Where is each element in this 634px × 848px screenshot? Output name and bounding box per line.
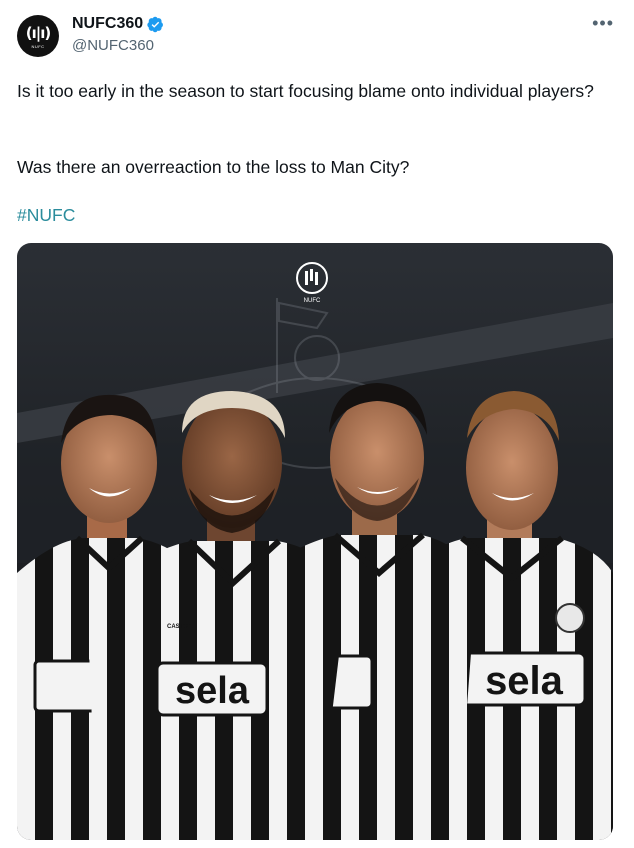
tweet-media-image[interactable]: NUFC sela sela CASTORE [17,243,613,840]
handle[interactable]: @NUFC360 [72,37,154,54]
verified-badge-icon [147,16,164,32]
more-horizontal-icon[interactable]: ••• [592,13,614,34]
hashtag-link[interactable]: #NUFC [17,205,75,226]
tweet-text-paragraph-2: Was there an overreaction to the loss to… [17,157,410,177]
avatar-logo-icon: (ı|ı) [25,24,52,42]
display-name[interactable]: NUFC360 [72,15,143,33]
avatar-logo-text: NUFC [31,44,45,49]
media-brand-text: NUFC [304,298,321,304]
tweet-text-paragraph-1: Is it too early in the season to start f… [17,81,594,101]
tweet-card: (ı|ı) NUFC NUFC360 @NUFC360 ••• Is it to… [0,0,634,848]
avatar[interactable]: (ı|ı) NUFC [17,15,59,57]
players-photo: NUFC sela sela CASTORE [17,262,613,840]
sponsor-text-1: sela [485,659,564,703]
kit-maker-text: CASTORE [167,624,196,630]
sponsor-text-2: sela [175,670,250,712]
media-brand-logo: NUFC [296,262,328,304]
author-name-row: NUFC360 [72,15,164,33]
